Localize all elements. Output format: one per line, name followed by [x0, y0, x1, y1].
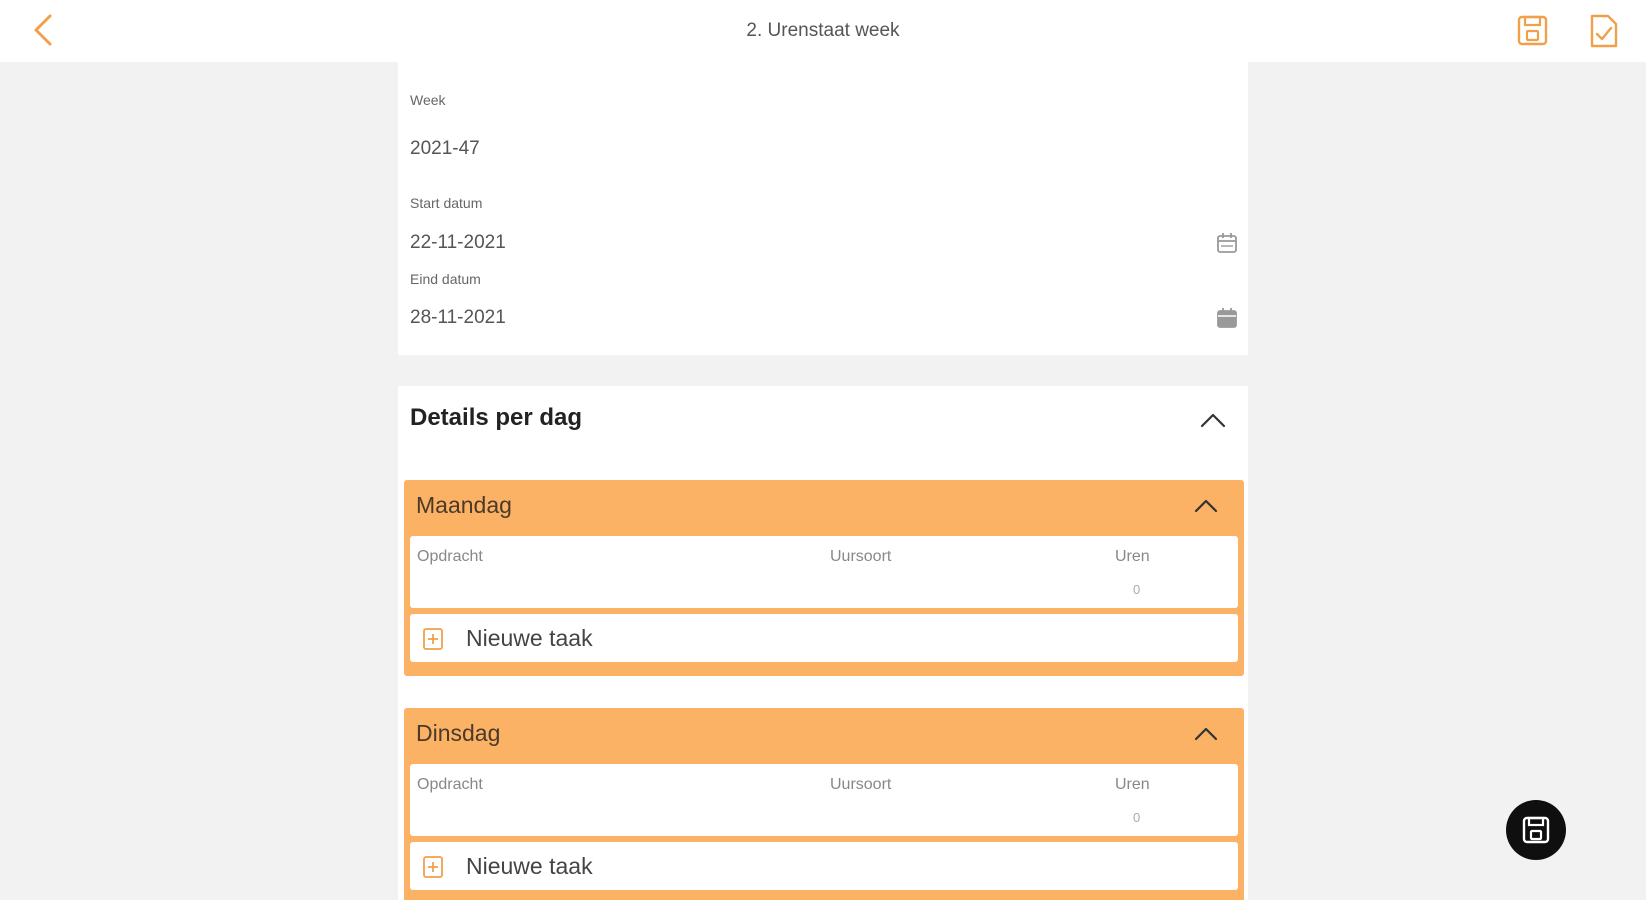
save-button[interactable]	[1516, 12, 1550, 50]
day-panel-maandag: Maandag Opdracht Uursoort Uren 0 Nieuwe …	[404, 480, 1244, 676]
add-document-icon	[423, 628, 443, 650]
details-card: Details per dag Maandag Opdracht Uursoor…	[398, 386, 1248, 900]
floating-save-button[interactable]	[1506, 800, 1566, 860]
start-date-label: Start datum	[410, 195, 483, 211]
calendar-icon[interactable]	[1216, 232, 1238, 254]
task-table: Opdracht Uursoort Uren 0	[410, 764, 1238, 836]
new-task-button[interactable]: Nieuwe taak	[410, 842, 1238, 890]
save-icon	[1522, 816, 1550, 844]
day-name: Maandag	[416, 492, 512, 518]
column-header-opdracht: Opdracht	[417, 776, 483, 793]
chevron-up-icon	[1194, 499, 1218, 513]
page-title: 2. Urenstaat week	[746, 20, 900, 41]
day-name: Dinsdag	[416, 720, 501, 746]
chevron-up-icon	[1194, 727, 1218, 741]
day-panel-dinsdag: Dinsdag Opdracht Uursoort Uren 0 Nieuwe …	[404, 708, 1244, 900]
new-task-label: Nieuwe taak	[466, 625, 593, 651]
day-collapse-button[interactable]	[1192, 496, 1220, 516]
uren-total: 0	[1133, 810, 1141, 825]
week-label: Week	[410, 92, 446, 108]
add-document-icon	[423, 856, 443, 878]
save-icon	[1517, 15, 1548, 46]
column-header-uren: Uren	[1115, 776, 1150, 793]
top-bar: 2. Urenstaat week	[0, 0, 1646, 62]
start-date-field[interactable]: 22-11-2021	[410, 232, 506, 254]
day-header[interactable]: Dinsdag	[404, 708, 1244, 762]
column-header-uursoort: Uursoort	[830, 776, 892, 793]
task-table: Opdracht Uursoort Uren 0	[410, 536, 1238, 608]
document-check-icon	[1590, 14, 1618, 48]
details-collapse-button[interactable]	[1198, 410, 1228, 430]
submit-button[interactable]	[1587, 12, 1621, 50]
column-header-opdracht: Opdracht	[417, 548, 483, 565]
column-header-uursoort: Uursoort	[830, 548, 892, 565]
column-header-uren: Uren	[1115, 548, 1150, 565]
new-task-button[interactable]: Nieuwe taak	[410, 614, 1238, 662]
details-title: Details per dag	[410, 404, 583, 431]
new-task-label: Nieuwe taak	[466, 853, 593, 879]
chevron-up-icon	[1200, 413, 1226, 428]
uren-total: 0	[1133, 582, 1141, 597]
day-header[interactable]: Maandag	[404, 480, 1244, 534]
end-date-field[interactable]: 28-11-2021	[410, 307, 506, 329]
week-field[interactable]: 2021-47	[410, 138, 480, 160]
calendar-icon[interactable]	[1216, 307, 1238, 329]
week-form-card: Week 2021-47 Start datum 22-11-2021 Eind…	[398, 62, 1248, 355]
end-date-label: Eind datum	[410, 271, 481, 287]
day-collapse-button[interactable]	[1192, 724, 1220, 744]
